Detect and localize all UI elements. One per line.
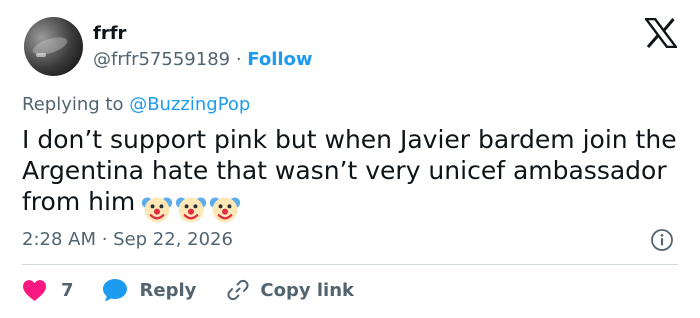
x-logo-icon[interactable] <box>645 18 677 48</box>
handle-line: @frfr57559189 · Follow <box>93 49 313 71</box>
copy-link-button[interactable]: Copy link <box>226 278 354 302</box>
tweet-text: I don’t support pink but when Javier bar… <box>22 124 682 225</box>
clown-face-icon <box>210 197 241 223</box>
info-icon[interactable] <box>650 228 674 252</box>
reply-mention-link[interactable]: @BuzzingPop <box>129 94 250 115</box>
emoji-group <box>141 192 243 225</box>
clown-face-icon <box>176 197 207 223</box>
handle[interactable]: @frfr57559189 <box>93 49 230 70</box>
reply-bubble-icon <box>102 279 127 302</box>
replying-to: Replying to @BuzzingPop <box>22 94 250 116</box>
follow-button[interactable]: Follow <box>247 49 312 70</box>
copy-link-label: Copy link <box>260 279 354 301</box>
like-button[interactable]: 7 <box>22 279 74 302</box>
clown-face-icon <box>142 197 173 223</box>
link-icon <box>227 279 249 301</box>
avatar[interactable] <box>24 17 83 76</box>
display-name[interactable]: frfr <box>93 23 126 45</box>
tweet-body: I don’t support pink but when Javier bar… <box>22 125 677 216</box>
tweet-timestamp[interactable]: 2:28 AM · Sep 22, 2026 <box>22 229 233 251</box>
action-bar: 7 Reply Copy link <box>22 276 354 304</box>
reply-label: Reply <box>139 279 197 301</box>
like-count: 7 <box>61 279 74 301</box>
heart-icon <box>23 279 46 301</box>
handle-separator: · <box>230 49 248 70</box>
reply-button[interactable]: Reply <box>102 278 197 302</box>
replying-prefix: Replying to <box>22 94 130 115</box>
divider <box>22 264 678 265</box>
